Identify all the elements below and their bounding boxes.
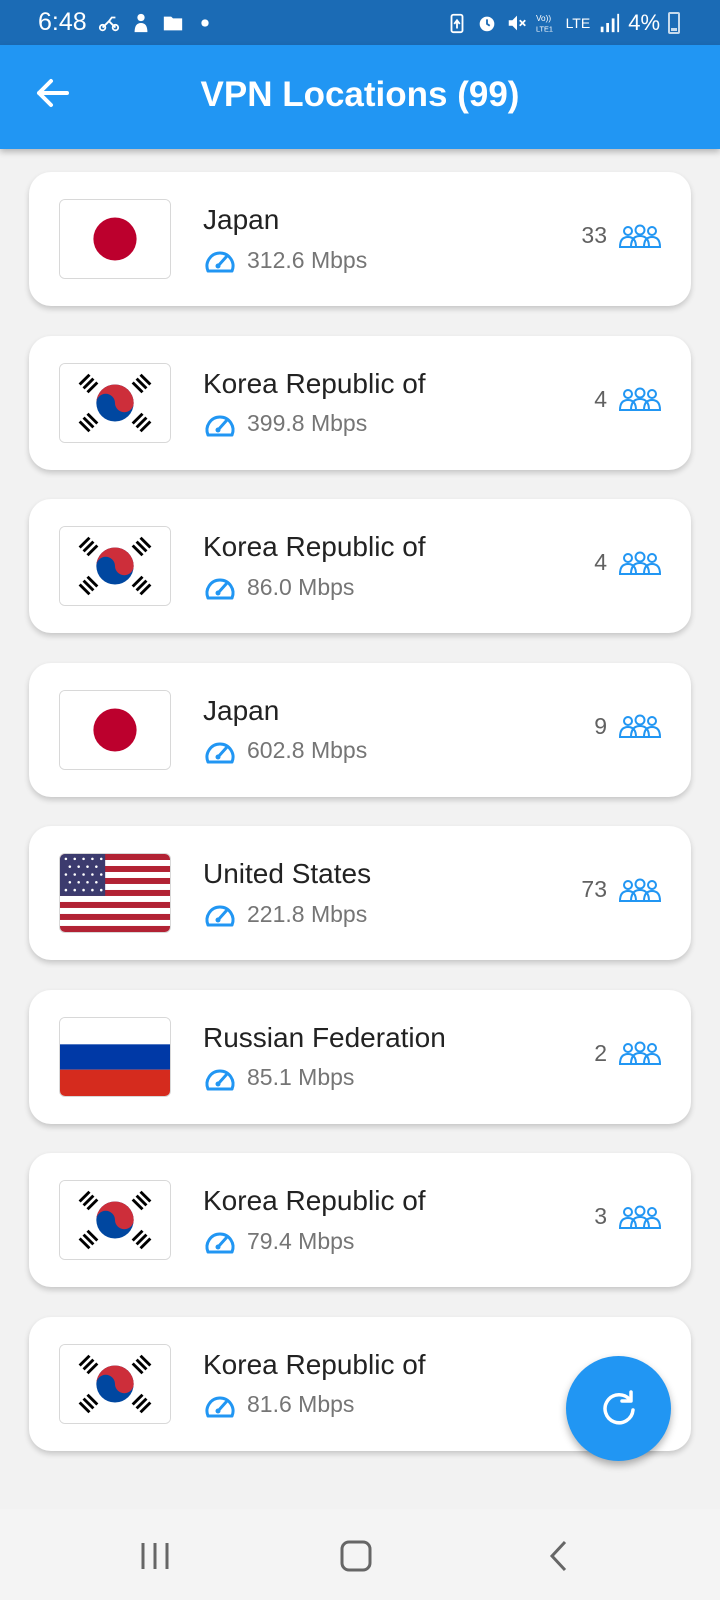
server-card[interactable]: United States 221.8 Mbps 73 [29, 826, 691, 960]
flag-ru [59, 1016, 171, 1097]
country-name: Japan [203, 204, 280, 235]
server-list[interactable]: Japan 312.6 Mbps 33 Korea Republic of 399.8 … [0, 149, 720, 1509]
speedometer-icon [205, 1396, 235, 1417]
app-bar: VPN Locations (99) [0, 45, 720, 149]
status-right-icons: Vo)) LTE1 LTE 4% [446, 10, 680, 36]
flag-kr [59, 1180, 171, 1260]
volte-icon: Vo))LTE1 [536, 14, 553, 33]
battery-saver-icon [450, 13, 463, 34]
svg-text:Vo)): Vo)) [536, 14, 551, 23]
speedometer-icon [205, 742, 235, 763]
country-name: United States [203, 858, 372, 889]
user-count: 4 [594, 385, 607, 412]
speed-value: 312.6 Mbps [247, 246, 368, 273]
user-count-group: 3 [594, 1203, 663, 1230]
speed-value: 86.0 Mbps [247, 573, 355, 600]
user-count: 4 [594, 549, 607, 575]
speed-row: 86.0 Mbps [203, 573, 354, 601]
server-card[interactable]: Korea Republic of 79.4 Mbps 3 [29, 1153, 691, 1287]
nav-back-button[interactable] [528, 1531, 588, 1581]
flag-us [59, 853, 171, 933]
user-count: 9 [594, 712, 607, 739]
speedometer-icon [205, 905, 235, 927]
country-name: Korea Republic of [203, 1185, 426, 1216]
battery-percent: 4% [628, 10, 660, 35]
flag-kr [59, 362, 171, 443]
users-icon [618, 387, 662, 411]
speed-value: 81.6 Mbps [247, 1391, 355, 1417]
dot-icon [201, 19, 209, 27]
back-icon [549, 1540, 567, 1572]
network-type: LTE [565, 15, 591, 31]
status-bar: 6:48 Vo)) LTE1 LTE 4% [0, 0, 720, 45]
speed-row: 81.6 Mbps [203, 1391, 354, 1419]
folder-icon [163, 16, 183, 31]
country-name: Korea Republic of [203, 1348, 426, 1380]
server-card[interactable]: Japan 602.8 Mbps 9 [29, 662, 691, 797]
speed-row: 221.8 Mbps [203, 900, 367, 928]
page-title: VPN Locations (99) [200, 75, 520, 114]
users-icon [618, 714, 662, 738]
mute-icon [508, 15, 526, 31]
server-card[interactable]: Korea Republic of 86.0 Mbps 4 [29, 499, 691, 633]
server-card[interactable]: Korea Republic of 399.8 Mbps 4 [29, 335, 691, 470]
alarm-icon [479, 16, 494, 32]
server-card[interactable]: Russian Federation 85.1 Mbps 2 [29, 989, 691, 1124]
speedometer-icon [205, 1069, 235, 1090]
users-icon [618, 224, 662, 248]
speedometer-icon [205, 415, 235, 436]
refresh-button[interactable] [566, 1356, 671, 1461]
user-count: 2 [594, 1039, 607, 1066]
speed-value: 399.8 Mbps [247, 410, 368, 436]
signal-icon [600, 13, 620, 33]
user-count: 73 [581, 876, 607, 902]
battery-icon [668, 12, 680, 34]
user-count: 3 [594, 1203, 607, 1229]
speedometer-icon [205, 578, 235, 600]
country-name: Russian Federation [203, 1021, 446, 1053]
speed-value: 602.8 Mbps [247, 737, 368, 763]
user-count-group: 2 [594, 1040, 663, 1067]
country-name: Korea Republic of [203, 367, 426, 399]
users-icon [618, 1041, 662, 1065]
users-icon [618, 1205, 662, 1229]
flag-kr [59, 1343, 171, 1424]
server-card[interactable]: Japan 312.6 Mbps 33 [29, 172, 691, 306]
recent-apps-button[interactable] [125, 1531, 185, 1581]
country-name: Korea Republic of [203, 531, 426, 562]
speed-value: 85.1 Mbps [247, 1064, 355, 1090]
user-count: 33 [581, 222, 607, 248]
system-nav-bar [0, 1509, 720, 1600]
speed-row: 602.8 Mbps [203, 737, 367, 765]
svg-text:LTE1: LTE1 [536, 24, 553, 33]
user-count-group: 9 [594, 713, 663, 740]
flag-jp [59, 199, 171, 279]
speed-row: 85.1 Mbps [203, 1064, 354, 1092]
speedometer-icon [205, 1232, 235, 1254]
users-icon [618, 551, 662, 575]
status-time: 6:48 [38, 8, 87, 36]
flag-kr [59, 526, 171, 606]
status-left-icons [98, 12, 216, 34]
user-count-group: 73 [581, 876, 663, 903]
flag-jp [59, 689, 171, 770]
speed-row: 312.6 Mbps [203, 246, 367, 274]
refresh-icon [602, 1389, 635, 1424]
user-count-group: 33 [581, 222, 663, 249]
home-icon [340, 1540, 372, 1572]
user-count-group: 4 [594, 549, 663, 576]
scooter-icon [98, 16, 120, 32]
speed-value: 221.8 Mbps [247, 900, 368, 927]
users-icon [618, 878, 662, 902]
speed-row: 399.8 Mbps [203, 410, 367, 438]
country-name: Japan [203, 694, 280, 726]
speed-row: 79.4 Mbps [203, 1227, 354, 1255]
speed-value: 79.4 Mbps [247, 1227, 355, 1254]
speedometer-icon [205, 251, 235, 273]
recent-apps-icon [141, 1543, 169, 1569]
user-count-group: 4 [594, 386, 663, 413]
home-button[interactable] [326, 1531, 386, 1581]
person-icon [134, 13, 148, 33]
